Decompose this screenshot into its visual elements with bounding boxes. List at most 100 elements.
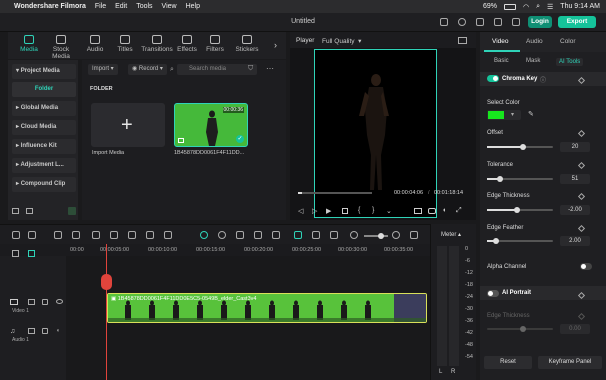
snapshot-icon[interactable] bbox=[458, 37, 467, 44]
prev-frame-icon[interactable]: ◁ bbox=[298, 207, 303, 215]
microphone-icon[interactable] bbox=[254, 231, 262, 239]
subtab-ai-tools[interactable]: AI Tools bbox=[556, 58, 584, 66]
export-button[interactable]: Export bbox=[558, 16, 596, 28]
tab-color[interactable]: Color bbox=[560, 38, 576, 45]
video-clip[interactable]: ▣ 1B45878DD0061F4F11DD0E5C5-0549B_elder_… bbox=[107, 293, 427, 323]
eye-icon[interactable] bbox=[56, 299, 63, 304]
eyedropper-icon[interactable]: ✎ bbox=[528, 110, 534, 118]
tolerance-input[interactable]: 51 bbox=[560, 174, 590, 184]
search-input[interactable]: Search media bbox=[177, 64, 257, 75]
tab-stickers[interactable]: Stickers bbox=[230, 35, 264, 53]
keyframe-icon[interactable] bbox=[577, 224, 586, 233]
edge-thickness-input[interactable]: -2.00 bbox=[560, 205, 590, 215]
ai-portrait-toggle[interactable] bbox=[487, 290, 499, 297]
app-menu[interactable]: Wondershare Filmora bbox=[14, 3, 86, 10]
keyframe-icon[interactable] bbox=[577, 129, 586, 138]
text-icon[interactable] bbox=[146, 231, 154, 239]
redo-icon[interactable] bbox=[72, 231, 80, 239]
shield-icon[interactable] bbox=[236, 231, 244, 239]
tab-audio[interactable]: Audio bbox=[78, 35, 112, 53]
nav-folder[interactable]: Folder bbox=[12, 82, 76, 97]
magnet-icon[interactable] bbox=[312, 231, 320, 239]
folder-icon[interactable] bbox=[28, 328, 35, 334]
speaker-icon[interactable]: ◖ bbox=[56, 328, 60, 334]
dropdown-icon[interactable]: ⌄ bbox=[386, 207, 392, 215]
battery-icon[interactable] bbox=[503, 3, 516, 10]
collapse-icon[interactable] bbox=[68, 207, 76, 215]
edge-feather-slider[interactable] bbox=[487, 238, 553, 244]
nav-project-media[interactable]: ▾ Project Media bbox=[12, 64, 76, 79]
offset-input[interactable]: 20 bbox=[560, 142, 590, 152]
tolerance-slider[interactable] bbox=[487, 176, 553, 182]
lock-icon[interactable] bbox=[42, 299, 48, 305]
split-icon[interactable] bbox=[110, 231, 118, 239]
folder-icon[interactable] bbox=[28, 299, 35, 305]
import-dropdown[interactable]: Import ▾ bbox=[88, 64, 118, 75]
nav-influence-kit[interactable]: ▸ Influence Kit bbox=[12, 139, 76, 154]
menu-help[interactable]: Help bbox=[186, 3, 200, 10]
grid-icon[interactable] bbox=[410, 231, 418, 239]
volume-icon[interactable]: ◖ bbox=[442, 207, 446, 214]
login-button[interactable]: Login bbox=[528, 16, 552, 28]
timeline-ruler[interactable]: 00:00 00:00:05:00 00:00:10:00 00:00:15:0… bbox=[0, 244, 430, 256]
edge-feather-input[interactable]: 2.00 bbox=[560, 236, 590, 246]
menu-view[interactable]: View bbox=[162, 3, 177, 10]
quality-dropdown[interactable]: Full Quality ▾ bbox=[322, 37, 361, 45]
import-media-tile[interactable]: + bbox=[91, 103, 165, 147]
new-folder-icon[interactable] bbox=[12, 208, 19, 214]
control-center-icon[interactable]: ☰ bbox=[547, 3, 553, 11]
tab-media[interactable]: Media bbox=[12, 35, 46, 53]
subtab-mask[interactable]: Mask bbox=[526, 58, 540, 64]
spotlight-icon[interactable]: ⌕ bbox=[536, 3, 540, 11]
undo-icon[interactable] bbox=[54, 231, 62, 239]
play-icon[interactable]: ▶ bbox=[326, 207, 331, 215]
filter-icon[interactable]: ⛉ bbox=[248, 65, 253, 73]
player-progress-track[interactable] bbox=[298, 192, 372, 194]
chevron-right-icon[interactable]: › bbox=[274, 40, 277, 50]
media-clip-thumbnail[interactable]: 00:00:36 ✓ bbox=[174, 103, 248, 147]
link-track-icon[interactable] bbox=[28, 250, 35, 257]
play-back-icon[interactable]: ▷ bbox=[312, 207, 317, 215]
cart-icon[interactable] bbox=[512, 18, 520, 26]
zoom-out-icon[interactable] bbox=[350, 231, 358, 239]
mark-out-icon[interactable]: } bbox=[372, 207, 374, 214]
more-icon[interactable] bbox=[164, 231, 172, 239]
camera-icon[interactable] bbox=[428, 208, 436, 214]
nav-compound-clip[interactable]: ▸ Compound Clip bbox=[12, 177, 76, 192]
stop-icon[interactable] bbox=[342, 208, 348, 214]
playhead-line[interactable] bbox=[106, 244, 107, 380]
help-icon[interactable]: ⓘ bbox=[540, 75, 546, 84]
offset-slider[interactable] bbox=[487, 144, 553, 150]
lightbulb-icon[interactable] bbox=[458, 18, 466, 26]
tab-audio-inspector[interactable]: Audio bbox=[526, 38, 543, 45]
menu-file[interactable]: File bbox=[95, 3, 106, 10]
monitor-out-icon[interactable] bbox=[414, 208, 422, 214]
record-icon[interactable] bbox=[218, 231, 226, 239]
keyframe-panel-button[interactable]: Keyframe Panel bbox=[538, 356, 602, 369]
keyframe-icon[interactable] bbox=[577, 192, 586, 201]
nav-cloud-media[interactable]: ▸ Cloud Media bbox=[12, 120, 76, 135]
tab-filters[interactable]: Filters bbox=[198, 35, 232, 53]
select-tool-icon[interactable] bbox=[28, 231, 36, 239]
ai-effects-icon[interactable] bbox=[294, 231, 302, 239]
render-icon[interactable] bbox=[200, 231, 208, 239]
subtab-basic[interactable]: Basic bbox=[494, 58, 509, 64]
tab-titles[interactable]: Titles bbox=[108, 35, 142, 53]
keyframe-icon[interactable] bbox=[577, 161, 586, 170]
chroma-key-toggle[interactable] bbox=[487, 75, 499, 82]
tab-transitions[interactable]: Transitions bbox=[140, 35, 174, 53]
lock-icon[interactable] bbox=[42, 328, 48, 334]
more-icon[interactable]: ⋯ bbox=[266, 64, 274, 73]
folder-icon[interactable] bbox=[26, 208, 33, 214]
reset-button[interactable]: Reset bbox=[484, 356, 532, 369]
nav-adjustment-layer[interactable]: ▸ Adjustment L... bbox=[12, 158, 76, 173]
tab-video[interactable]: Video bbox=[492, 38, 509, 45]
key-color-picker[interactable]: ▾ bbox=[487, 110, 521, 120]
download-icon[interactable] bbox=[494, 18, 502, 26]
layout-icon[interactable] bbox=[12, 231, 20, 239]
link-icon[interactable] bbox=[330, 231, 338, 239]
nav-global-media[interactable]: ▸ Global Media bbox=[12, 101, 76, 116]
cloud-icon[interactable] bbox=[476, 18, 484, 26]
monitor-icon[interactable] bbox=[440, 18, 448, 26]
crop-icon[interactable] bbox=[128, 231, 136, 239]
